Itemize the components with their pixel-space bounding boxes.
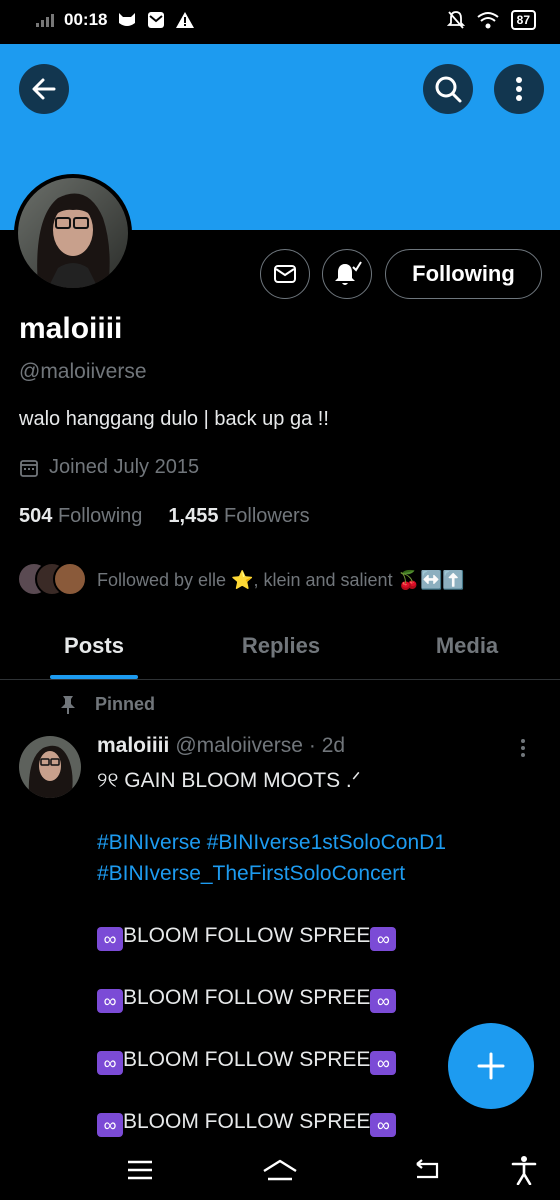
compose-button[interactable] [448,1023,534,1109]
profile-name: maloiiii [19,312,123,345]
wifi-icon [477,12,499,29]
following-label: Following [57,505,143,527]
post-line: ∞ BLOOM FOLLOW SPREE ∞ [97,920,517,951]
status-time: 00:18 [64,10,108,29]
followed-by[interactable]: Followed by elle ⭐, klein and salient 🍒↔… [17,562,465,598]
status-bar: 00:18 87 [0,0,560,44]
profile-bio: walo hanggang dulo | back up ga !! [19,408,329,430]
joined-label: Joined July 2015 [49,456,200,478]
more-vertical-icon [521,739,525,757]
arrow-left-icon [32,78,56,100]
more-vertical-icon [516,77,522,101]
message-button[interactable] [260,249,310,299]
post-line [97,1013,517,1044]
infinity-icon: ∞ [97,989,123,1013]
signal-icon [36,13,54,27]
follow-stats: 504 Following 1,455 Followers [19,505,310,528]
pinned-indicator: Pinned [59,694,155,715]
back-nav-icon [416,1159,439,1179]
infinity-icon: ∞ [370,1051,397,1075]
infinity-icon: ∞ [370,989,397,1013]
mutual-avatars [17,562,89,598]
followers-label: Followers [224,505,310,527]
profile-avatar[interactable] [14,174,132,292]
avatar [53,562,87,596]
followers-count: 1,455 [168,505,219,527]
active-tab-indicator [50,675,138,679]
search-icon [435,76,462,103]
accessibility-button[interactable] [504,1150,544,1190]
following-count: 504 [19,505,53,527]
home-button[interactable] [260,1150,300,1190]
accessibility-icon [511,1156,537,1185]
profile-tabs: Posts Replies Media [0,612,560,680]
recent-apps-button[interactable] [120,1150,160,1190]
post-line: ∞ BLOOM FOLLOW SPREE ∞ [97,1106,517,1137]
battery-indicator: 87 [510,10,536,30]
infinity-icon: ∞ [97,1051,123,1075]
post-line [97,796,517,827]
tab-label: Media [435,632,499,658]
followed-by-text: Followed by elle ⭐, klein and salient 🍒↔… [97,569,465,590]
tab-label: Posts [64,632,124,658]
post-line-text: BLOOM FOLLOW SPREE [123,1048,371,1071]
tab-label: Replies [241,632,321,658]
infinity-icon: ∞ [97,1113,123,1137]
pin-icon [61,695,75,714]
pinned-label: Pinned [95,694,156,714]
menu-icon [128,1160,152,1180]
tab-replies[interactable]: Replies [188,612,374,679]
infinity-icon: ∞ [370,1113,397,1137]
warning-icon [176,12,195,28]
bell-check-icon [335,261,362,285]
post-time: · 2d [308,734,346,757]
tab-media[interactable]: Media [374,612,560,679]
post-line [97,889,517,920]
joined-date: Joined July 2015 [19,456,199,479]
search-button[interactable] [423,64,473,114]
home-icon [263,1159,297,1181]
post-more-button[interactable] [520,738,526,763]
back-button[interactable] [19,64,69,114]
following-button[interactable]: Following [385,249,542,299]
envelope-icon [274,265,296,283]
tab-posts[interactable]: Posts [0,612,188,679]
post-line-text: BLOOM FOLLOW SPREE [123,986,371,1009]
infinity-icon: ∞ [370,927,397,951]
post-line-text: BLOOM FOLLOW SPREE [123,924,371,947]
post-author-handle[interactable]: @maloiiverse [175,734,303,758]
calendar-icon [20,459,38,477]
post-author-avatar[interactable] [19,736,81,798]
notifications-button[interactable] [322,249,372,299]
post-line: ∞ BLOOM FOLLOW SPREE ∞ [97,982,517,1013]
infinity-icon: ∞ [97,927,123,951]
plus-icon [477,1052,505,1080]
profile-handle: @maloiiverse [19,360,147,383]
post-author-name[interactable]: maloiiii [97,734,169,758]
post-header: maloiiii @maloiiverse · 2d [97,734,345,758]
cat-notification-icon [119,13,136,26]
hashtag-line[interactable]: #BINIverse #BINIverse1stSoloConD1 [97,827,517,858]
more-options-button[interactable] [494,64,544,114]
post-line: ୨୧ GAIN BLOOM MOOTS .ᐟ [97,769,361,792]
hashtag-line[interactable]: #BINIverse_TheFirstSoloConcert [97,858,517,889]
bell-off-icon [446,11,465,29]
post-line [97,951,517,982]
system-navigation-bar [0,1140,560,1200]
mail-notification-icon [148,12,165,28]
following-stat[interactable]: 504 Following [19,505,142,528]
back-nav-button[interactable] [407,1150,447,1190]
followers-stat[interactable]: 1,455 Followers [168,505,309,528]
post-line-text: BLOOM FOLLOW SPREE [123,1110,371,1133]
